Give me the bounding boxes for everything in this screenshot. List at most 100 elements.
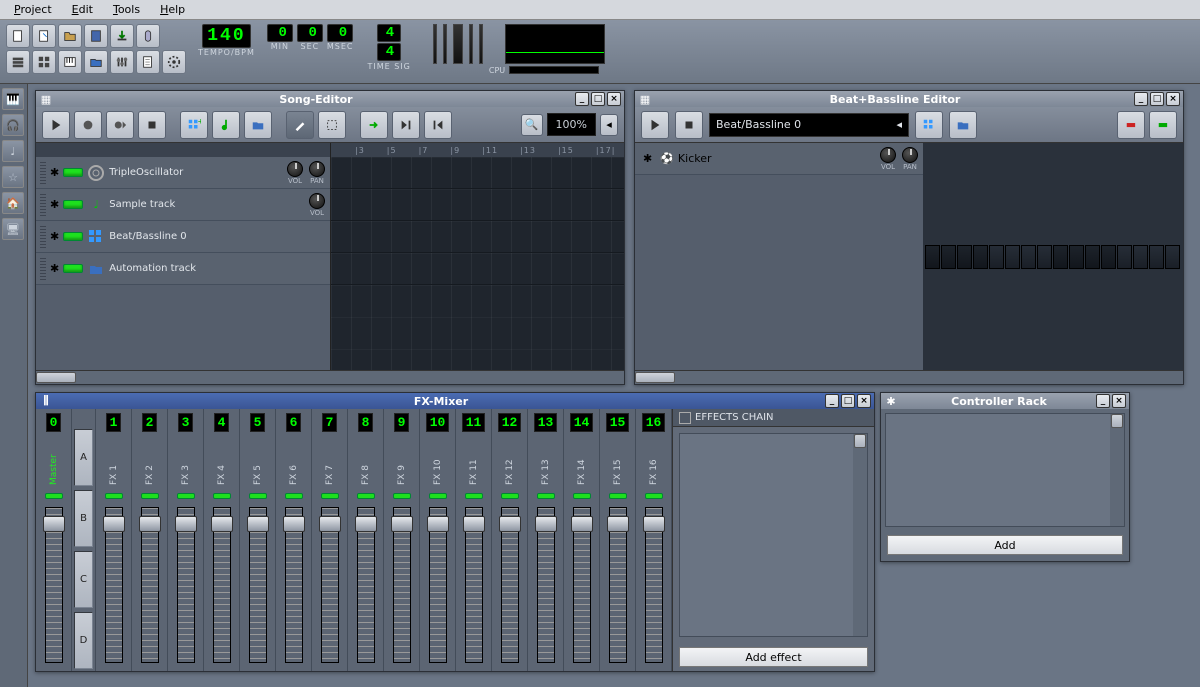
channel-fader[interactable] — [465, 507, 483, 663]
fx-channel[interactable]: 16FX 16 — [636, 409, 672, 671]
channel-led[interactable] — [105, 493, 123, 499]
zoom-dropdown-button[interactable]: ◂ — [600, 114, 618, 136]
maximize-button[interactable]: □ — [1150, 92, 1164, 106]
channel-fader[interactable] — [357, 507, 375, 663]
fx-channel[interactable]: 11FX 11 — [456, 409, 492, 671]
bb-stop-button[interactable] — [675, 111, 703, 139]
controller-rack-titlebar[interactable]: ✱ Controller Rack _ × — [881, 393, 1129, 409]
bb-step[interactable] — [1165, 245, 1180, 269]
bb-add-pattern-button[interactable] — [915, 111, 943, 139]
bb-pattern-combo[interactable]: Beat/Bassline 0◂ — [709, 113, 909, 137]
window-bb-button[interactable] — [32, 50, 56, 74]
close-button[interactable]: × — [1166, 92, 1180, 106]
dock-instruments-icon[interactable]: 🎹 — [2, 88, 24, 110]
play-button[interactable] — [42, 111, 70, 139]
fx-channel[interactable]: 4FX 4 — [204, 409, 240, 671]
channel-led[interactable] — [501, 493, 519, 499]
effects-chain-header[interactable]: EFFECTS CHAIN — [673, 409, 874, 427]
channel-led[interactable] — [573, 493, 591, 499]
track-row[interactable]: ✱ TripleOscillator VOL PAN — [36, 157, 330, 189]
channel-led[interactable] — [645, 493, 663, 499]
stop-button[interactable] — [138, 111, 166, 139]
channel-fader[interactable] — [501, 507, 519, 663]
fx-channel[interactable]: 3FX 3 — [168, 409, 204, 671]
bb-step[interactable] — [925, 245, 940, 269]
timesig-num[interactable]: 4 — [377, 24, 401, 42]
vscrollbar[interactable] — [1110, 414, 1124, 526]
volume-knob[interactable]: VOL — [286, 161, 304, 185]
close-button[interactable]: × — [1112, 394, 1126, 408]
send-slot[interactable]: A — [74, 429, 93, 486]
menu-edit[interactable]: Edit — [62, 1, 103, 18]
channel-fader[interactable] — [285, 507, 303, 663]
fx-channel[interactable]: 12FX 12 — [492, 409, 528, 671]
fx-channel[interactable]: 7FX 7 — [312, 409, 348, 671]
menu-tools[interactable]: Tools — [103, 1, 150, 18]
bb-step[interactable] — [1053, 245, 1068, 269]
time-msec-display[interactable]: 0 — [327, 24, 353, 42]
dock-samples-icon[interactable]: 🎧 — [2, 114, 24, 136]
bb-step[interactable] — [1021, 245, 1036, 269]
mute-toggle[interactable] — [63, 200, 83, 209]
window-notes-button[interactable] — [136, 50, 160, 74]
mute-toggle[interactable] — [63, 232, 83, 241]
add-bb-track-button[interactable]: + — [180, 111, 208, 139]
channel-led[interactable] — [213, 493, 231, 499]
bb-step[interactable] — [941, 245, 956, 269]
bb-remove-step-button[interactable]: ▬ — [1117, 111, 1145, 139]
pan-knob[interactable]: PAN — [308, 161, 326, 185]
add-controller-button[interactable]: Add — [887, 535, 1123, 555]
bb-step-grid[interactable] — [923, 143, 1183, 370]
fx-mixer-titlebar[interactable]: ⫼ FX-Mixer _ □ × — [36, 393, 874, 409]
record-accomp-button[interactable] — [106, 111, 134, 139]
dock-home-icon[interactable]: 🏠 — [2, 192, 24, 214]
bb-step[interactable] — [1117, 245, 1132, 269]
master-pitch-slider[interactable] — [453, 24, 463, 64]
window-rack-button[interactable] — [162, 50, 186, 74]
edit-mode-button[interactable] — [318, 111, 346, 139]
minimize-button[interactable]: _ — [575, 92, 589, 106]
channel-led[interactable] — [141, 493, 159, 499]
volume-knob[interactable]: VOL — [308, 193, 326, 217]
close-button[interactable]: × — [607, 92, 621, 106]
dock-soundfonts-icon[interactable]: ♩ — [2, 140, 24, 162]
minimize-button[interactable]: _ — [1096, 394, 1110, 408]
gear-icon[interactable]: ✱ — [50, 230, 59, 243]
channel-fader[interactable] — [45, 507, 63, 663]
channel-led[interactable] — [465, 493, 483, 499]
send-slot[interactable]: D — [74, 612, 93, 669]
dock-computer-icon[interactable]: 🖥 — [2, 218, 24, 240]
master-vol-slider-2[interactable] — [443, 24, 447, 64]
grip-icon[interactable] — [40, 258, 46, 280]
bb-step[interactable] — [957, 245, 972, 269]
draw-mode-button[interactable] — [286, 111, 314, 139]
menu-help[interactable]: Help — [150, 1, 195, 18]
channel-led[interactable] — [609, 493, 627, 499]
pan-knob[interactable]: PAN — [901, 147, 919, 171]
time-sec-display[interactable]: 0 — [297, 24, 323, 42]
channel-fader[interactable] — [573, 507, 591, 663]
grip-icon[interactable] — [40, 194, 46, 216]
bb-step[interactable] — [989, 245, 1004, 269]
channel-led[interactable] — [285, 493, 303, 499]
mute-toggle[interactable] — [63, 168, 83, 177]
minimize-button[interactable]: _ — [1134, 92, 1148, 106]
channel-fader[interactable] — [141, 507, 159, 663]
add-sample-track-button[interactable] — [212, 111, 240, 139]
window-automation-button[interactable] — [84, 50, 108, 74]
bb-step[interactable] — [1037, 245, 1052, 269]
song-editor-titlebar[interactable]: ▦ Song-Editor _ □ × — [36, 91, 624, 107]
bb-step[interactable] — [973, 245, 988, 269]
bb-add-automation-button[interactable] — [949, 111, 977, 139]
bb-step[interactable] — [1069, 245, 1084, 269]
new-template-button[interactable] — [32, 24, 56, 48]
fx-channel[interactable]: 1FX 1 — [96, 409, 132, 671]
bb-step[interactable] — [1133, 245, 1148, 269]
window-fx-button[interactable] — [110, 50, 134, 74]
bb-step[interactable] — [1005, 245, 1020, 269]
record-button[interactable] — [74, 111, 102, 139]
channel-fader[interactable] — [609, 507, 627, 663]
volume-knob[interactable]: VOL — [879, 147, 897, 171]
export-button[interactable] — [110, 24, 134, 48]
fx-channel[interactable]: 8FX 8 — [348, 409, 384, 671]
